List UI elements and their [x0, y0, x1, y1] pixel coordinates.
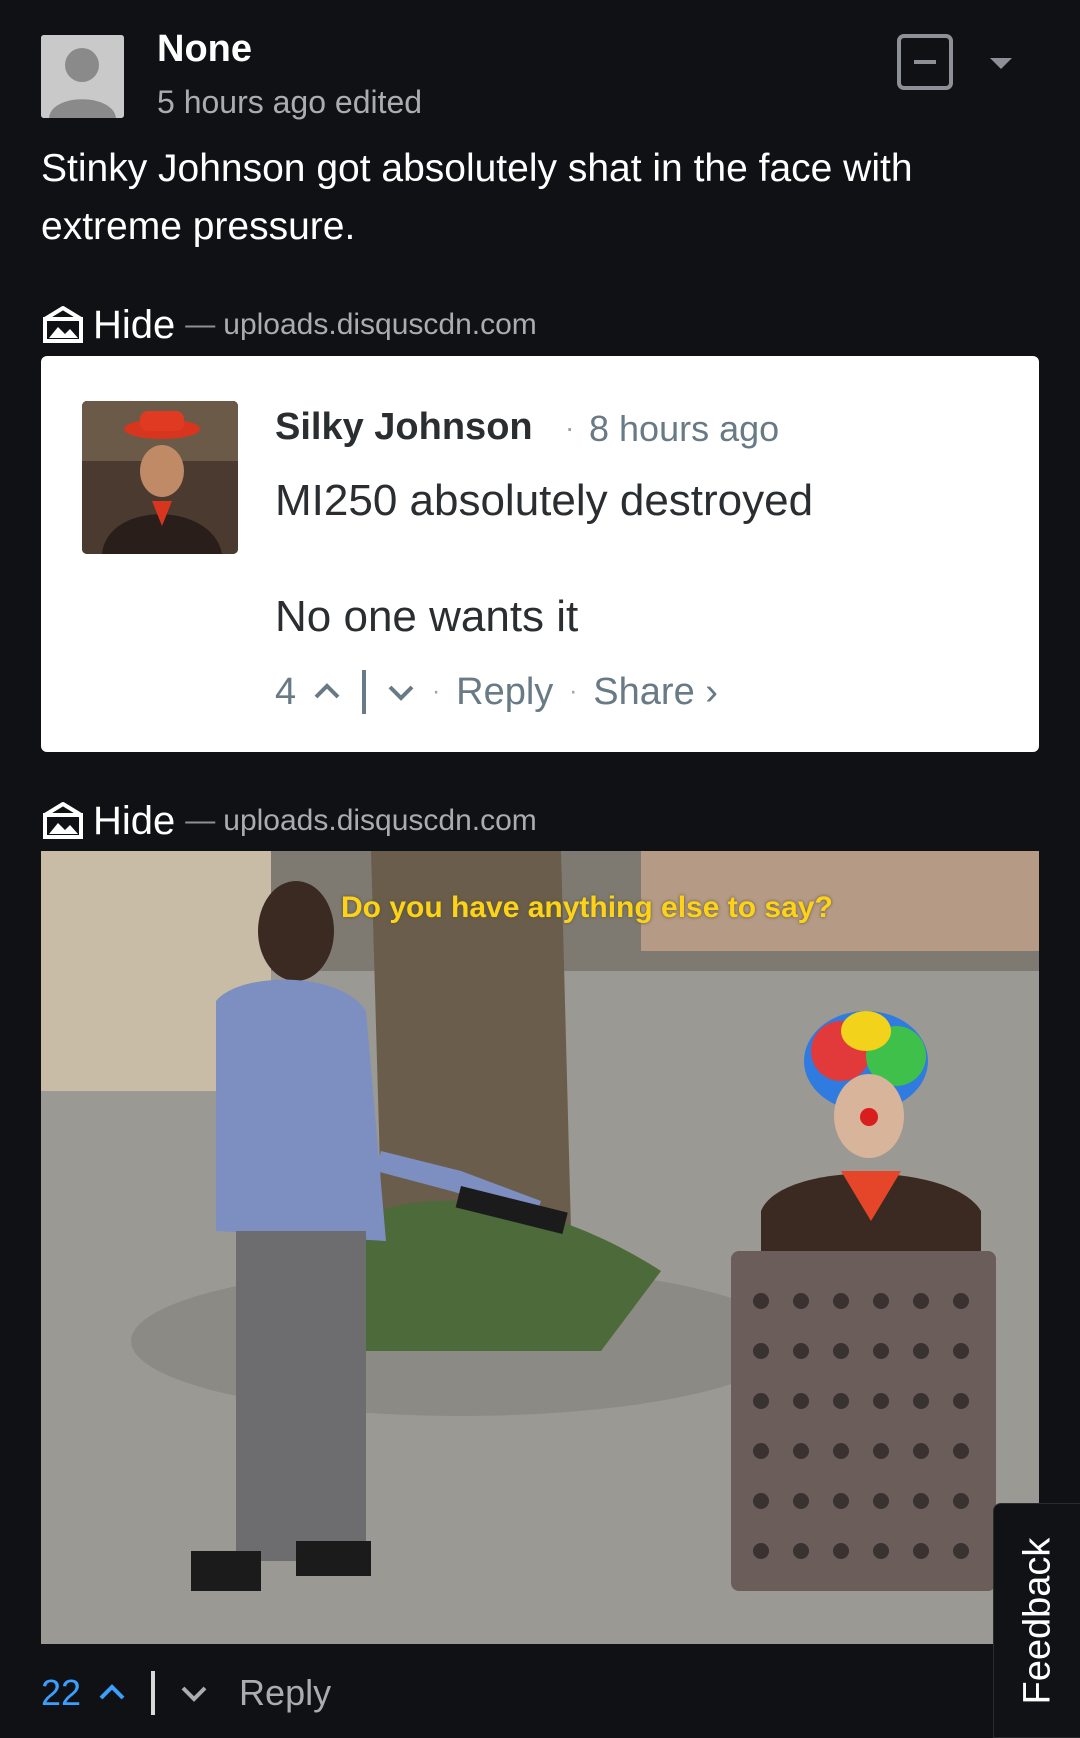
comment-body: Stinky Johnson got absolutely shat in th… [41, 147, 913, 248]
hide-link[interactable]: Hide [93, 303, 175, 348]
separator: — [185, 308, 216, 341]
feedback-label: Feedback [1016, 1537, 1058, 1704]
chevron-up-icon [314, 683, 340, 699]
avatar[interactable] [41, 35, 124, 118]
comment-meta[interactable]: 5 hours ago edited [157, 84, 422, 121]
card-avatar [82, 401, 238, 554]
card-author: Silky Johnson [275, 406, 533, 448]
comment-actions: 22 Reply [41, 1667, 331, 1719]
divider [362, 670, 367, 714]
attachment-hide-row: Hide — uploads.disquscdn.com [41, 300, 537, 350]
divider [151, 1671, 156, 1715]
chevron-up-icon[interactable] [97, 1678, 127, 1708]
card-dot: · [565, 412, 575, 443]
card-reply: Reply [456, 670, 554, 713]
meme-caption: Do you have anything else to say? [341, 891, 833, 924]
separator: — [185, 804, 216, 837]
card-time: 8 hours ago [589, 408, 780, 449]
card-text-line: No one wants it [275, 592, 579, 641]
chevron-down-icon[interactable] [179, 1678, 209, 1708]
feedback-tab[interactable]: Feedback [993, 1503, 1080, 1738]
card-vote-count: 4 [275, 670, 297, 713]
attachment-hide-row: Hide — uploads.disquscdn.com [41, 796, 537, 846]
attachment-domain[interactable]: uploads.disquscdn.com [223, 308, 537, 342]
hide-image-icon[interactable] [41, 303, 85, 347]
reply-button[interactable]: Reply [239, 1672, 331, 1714]
caret-down-icon[interactable] [990, 58, 1012, 69]
card-dot: · [569, 678, 578, 705]
hide-image-icon[interactable] [41, 799, 85, 843]
embedded-comment-card[interactable]: Silky Johnson · 8 hours ago MI250 absolu… [41, 356, 1039, 752]
card-text-line: MI250 absolutely destroyed [275, 476, 814, 525]
collapse-icon[interactable] [897, 34, 953, 90]
card-actions: 4 · Reply · Share › [275, 667, 718, 717]
hide-link[interactable]: Hide [93, 799, 175, 844]
vote-count: 22 [41, 1672, 82, 1713]
card-share: Share › [593, 670, 718, 713]
avatar-placeholder-icon [41, 35, 124, 118]
card-dot: · [432, 678, 441, 705]
attachment-domain[interactable]: uploads.disquscdn.com [223, 804, 537, 838]
chevron-down-icon [388, 685, 414, 701]
comment-author[interactable]: None [157, 28, 252, 71]
meme-image[interactable]: Do you have anything else to say? [41, 851, 1039, 1644]
